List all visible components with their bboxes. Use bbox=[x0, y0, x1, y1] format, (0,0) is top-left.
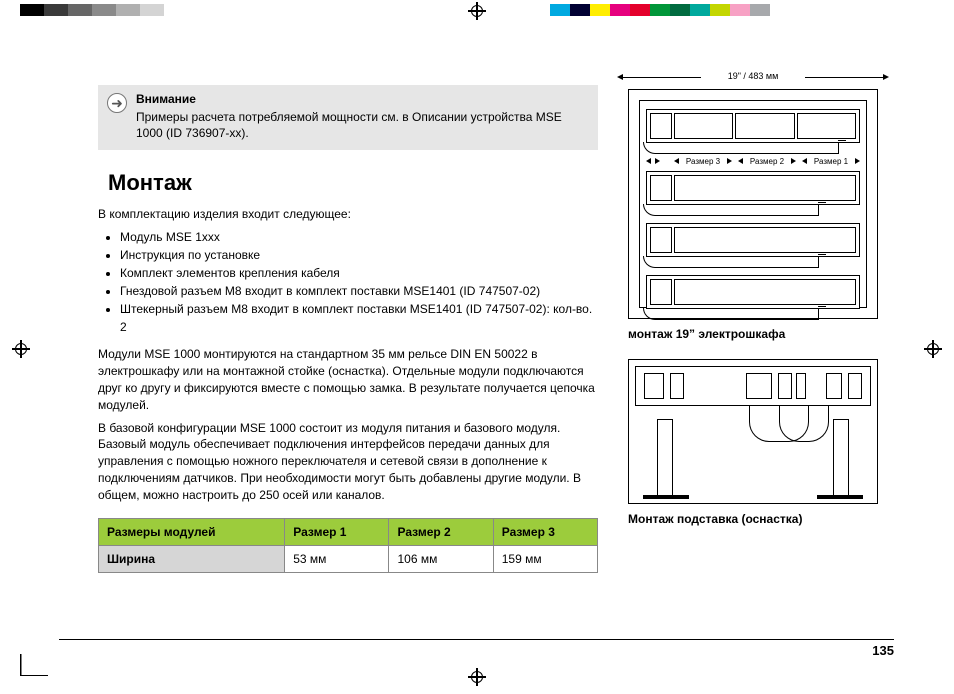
registration-mark-icon bbox=[12, 340, 30, 358]
alert-title: Внимание bbox=[136, 91, 590, 107]
registration-mark-icon bbox=[924, 340, 942, 358]
body-paragraph: Модули MSE 1000 монтируются на стандартн… bbox=[98, 346, 598, 413]
package-contents-list: Модуль MSE 1xxx Инструкция по установке … bbox=[120, 228, 598, 336]
left-column: ➜ Внимание Примеры расчета потребляемой … bbox=[98, 85, 598, 573]
table-cell: 53 мм bbox=[285, 545, 389, 572]
section-heading: Монтаж bbox=[108, 170, 598, 196]
table-row-label: Ширина bbox=[99, 545, 285, 572]
page-content: ➜ Внимание Примеры расчета потребляемой … bbox=[98, 85, 893, 573]
figure-cabinet: Размер 3 Размер 2 Размер 1 bbox=[628, 89, 878, 319]
module-sizes-table: Размеры модулей Размер 1 Размер 2 Размер… bbox=[98, 518, 598, 573]
figure-stand bbox=[628, 359, 878, 504]
registration-mark-icon bbox=[468, 2, 486, 20]
table-header: Размер 2 bbox=[389, 518, 493, 545]
page-number: 135 bbox=[872, 643, 894, 658]
crop-mark-icon bbox=[20, 654, 48, 676]
attention-callout: ➜ Внимание Примеры расчета потребляемой … bbox=[98, 85, 598, 150]
list-item: Гнездовой разъем M8 входит в комплект по… bbox=[120, 282, 598, 300]
figure-caption: Монтаж подставка (оснастка) bbox=[628, 512, 893, 526]
table-header: Размер 3 bbox=[493, 518, 597, 545]
body-paragraph: В базовой конфигурации MSE 1000 состоит … bbox=[98, 420, 598, 504]
footer-rule bbox=[59, 639, 894, 640]
intro-paragraph: В комплектацию изделия входит следующее: bbox=[98, 206, 598, 223]
cabinet-dimension-label: 19" / 483 мм bbox=[613, 71, 893, 81]
table-cell: 106 мм bbox=[389, 545, 493, 572]
table-row: Ширина 53 мм 106 мм 159 мм bbox=[99, 545, 598, 572]
table-cell: 159 мм bbox=[493, 545, 597, 572]
list-item: Инструкция по установке bbox=[120, 246, 598, 264]
registration-mark-icon bbox=[468, 668, 486, 686]
right-column: 19" / 483 мм Размер 3 Размер 2 Размер 1 bbox=[613, 85, 893, 526]
list-item: Штекерный разъем M8 входит в комплект по… bbox=[120, 300, 598, 336]
table-header: Размеры модулей bbox=[99, 518, 285, 545]
alert-body: Примеры расчета потребляемой мощности см… bbox=[136, 109, 590, 141]
size-labels-row: Размер 3 Размер 2 Размер 1 bbox=[646, 155, 860, 167]
figure-caption: монтаж 19” электрошкафа bbox=[628, 327, 893, 341]
list-item: Комплект элементов крепления кабеля bbox=[120, 264, 598, 282]
arrow-right-circle-icon: ➜ bbox=[107, 93, 127, 113]
table-row: Размеры модулей Размер 1 Размер 2 Размер… bbox=[99, 518, 598, 545]
list-item: Модуль MSE 1xxx bbox=[120, 228, 598, 246]
table-header: Размер 1 bbox=[285, 518, 389, 545]
